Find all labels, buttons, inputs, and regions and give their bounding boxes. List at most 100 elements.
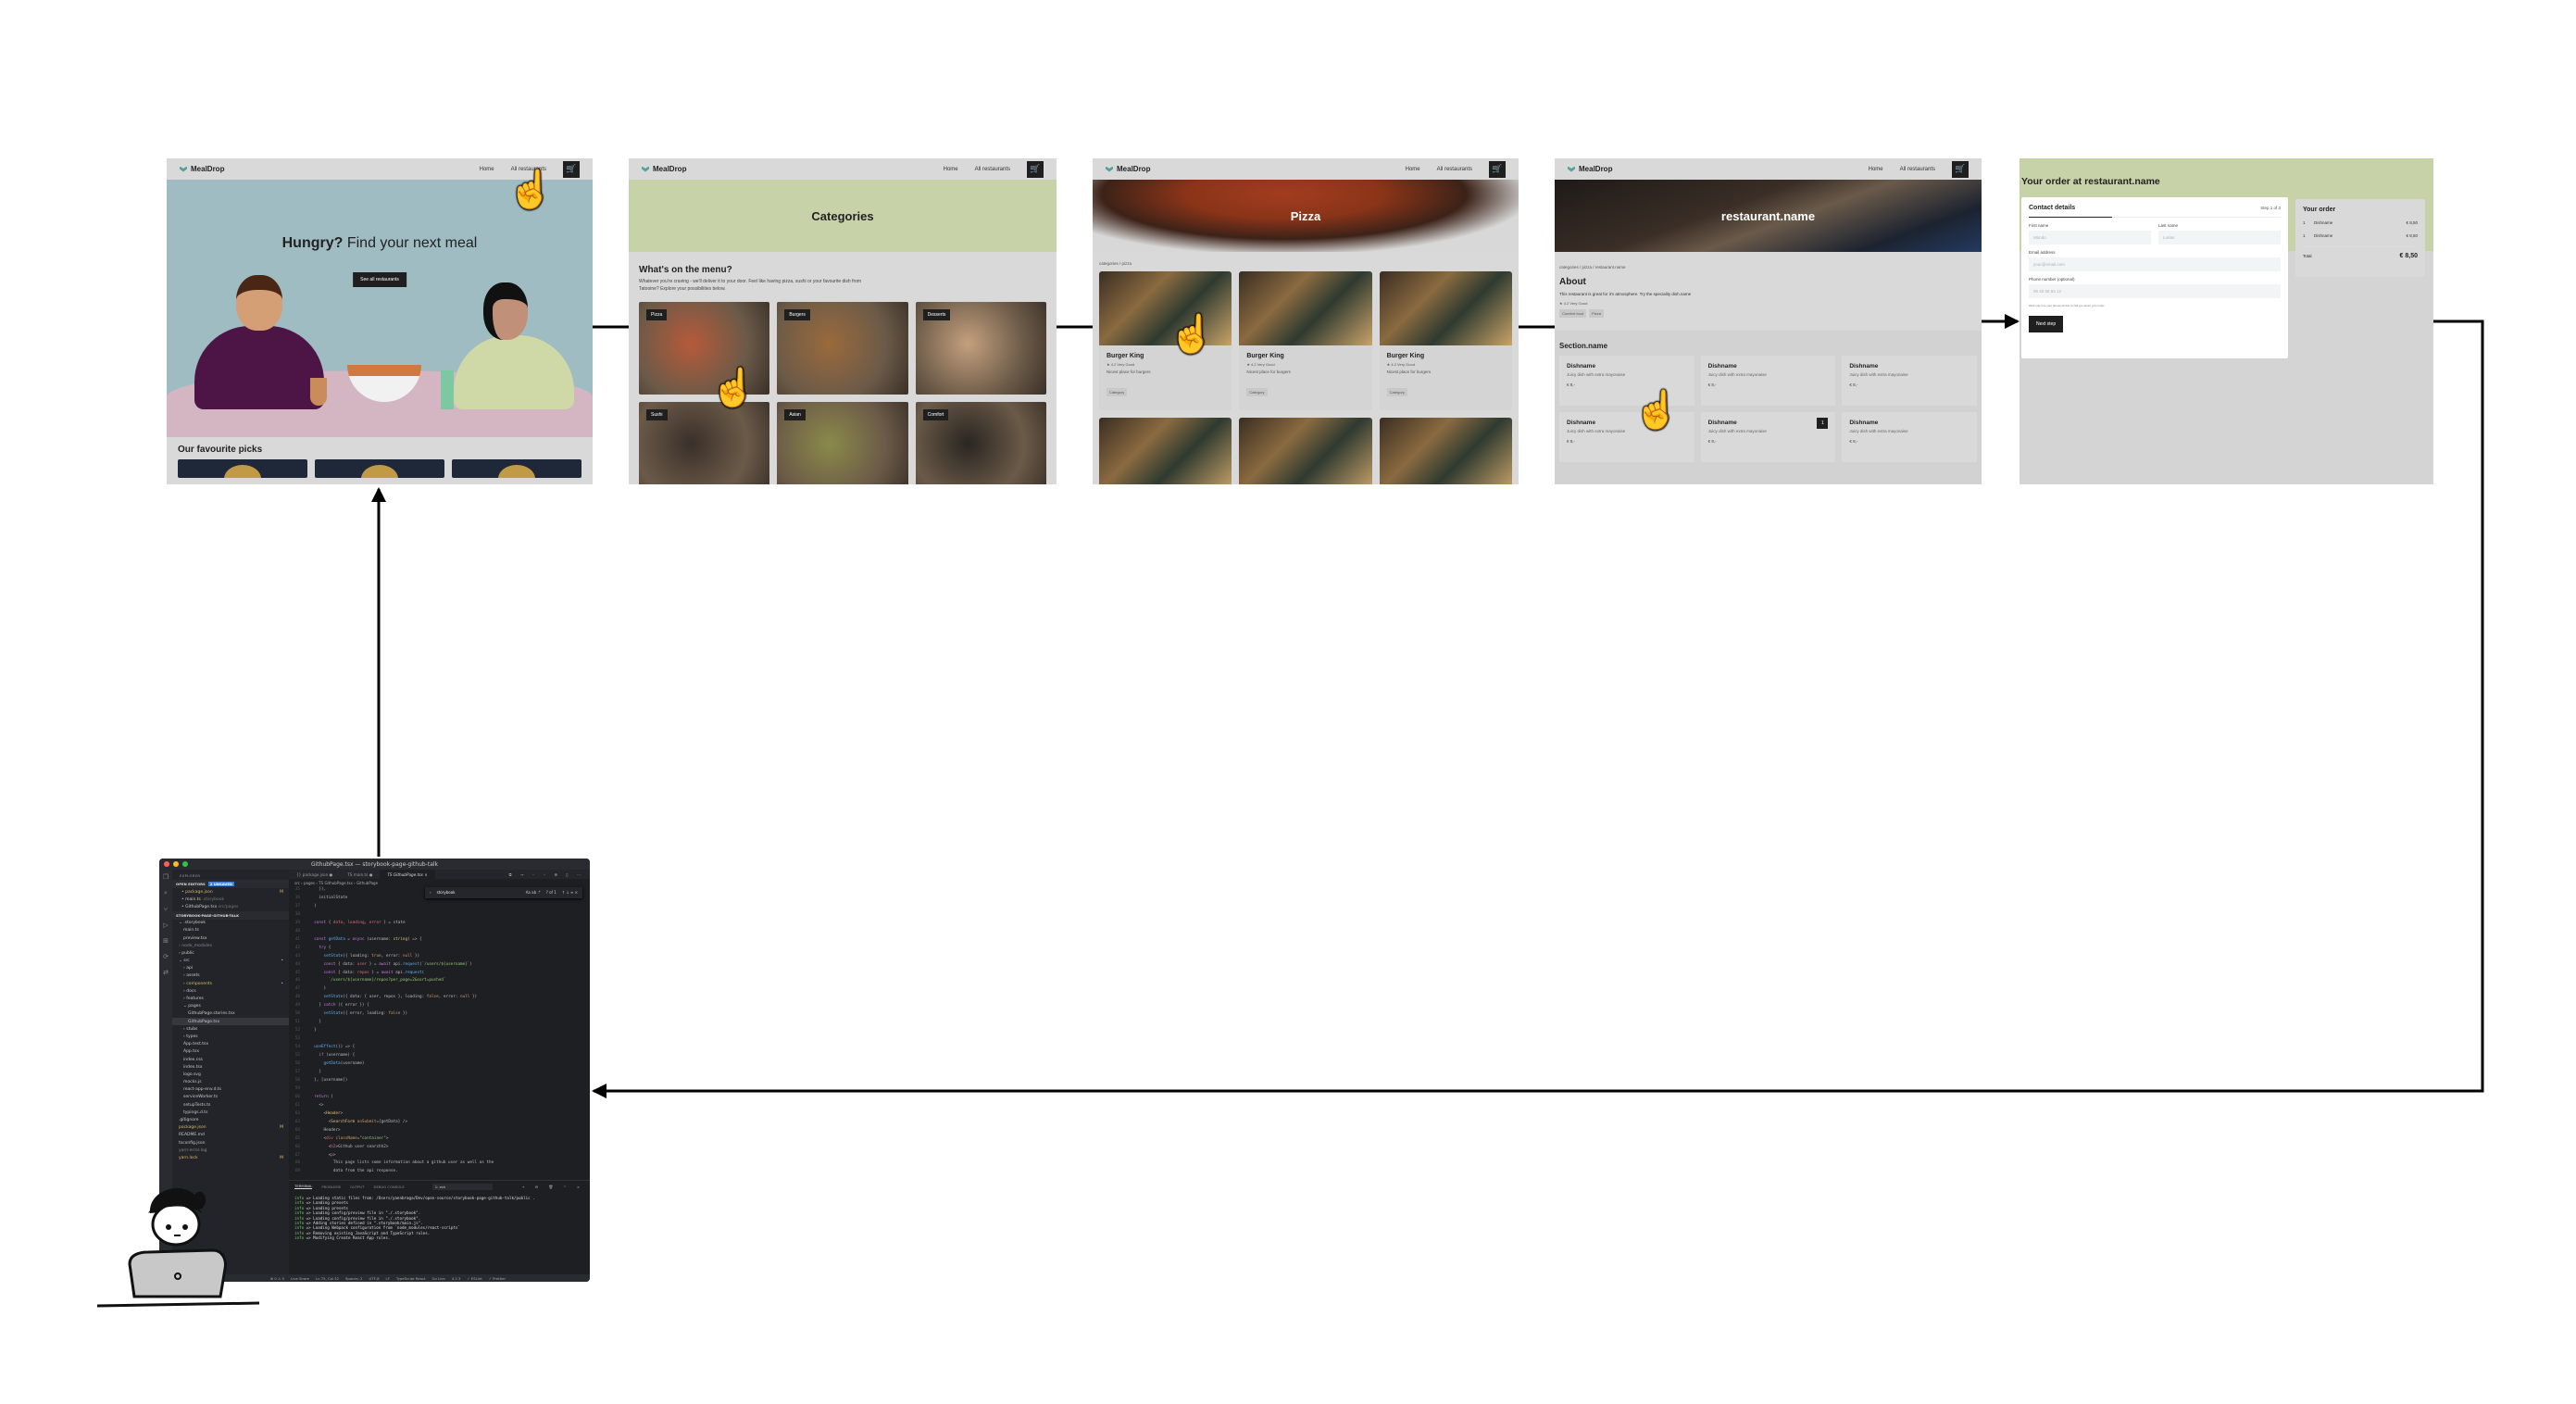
logo[interactable]: MealDrop bbox=[1106, 165, 1150, 173]
favourite-card[interactable] bbox=[315, 459, 444, 478]
open-editor-item[interactable]: • GithubPage.tsx src/pages bbox=[172, 903, 289, 910]
find-options-icon[interactable]: Aa ab .* bbox=[526, 889, 541, 897]
next-step-button[interactable]: Next step bbox=[2029, 316, 2064, 332]
file-tree-item[interactable]: ⌄ src • bbox=[172, 958, 289, 965]
category-tile[interactable]: Burgers bbox=[777, 302, 908, 395]
chevron-right-icon[interactable]: › bbox=[430, 889, 431, 897]
terminal-output[interactable]: info => Loading static files from: /User… bbox=[289, 1192, 590, 1245]
logo[interactable]: MealDrop bbox=[1568, 165, 1612, 173]
category-tile[interactable]: Sushi bbox=[639, 402, 770, 484]
find-nav-icon[interactable]: ↑ ↓ ≡ × bbox=[562, 889, 578, 897]
nav-all-restaurants-link[interactable]: All restaurants bbox=[975, 167, 1010, 172]
remote-icon[interactable]: ⟳ bbox=[163, 953, 169, 960]
file-tree-item[interactable]: › types bbox=[172, 1033, 289, 1040]
cart-icon[interactable]: 🛒 bbox=[1952, 160, 1969, 178]
file-tree-item[interactable]: App.test.tsx bbox=[172, 1041, 289, 1048]
file-tree-item[interactable]: › docs bbox=[172, 987, 289, 995]
phone-input[interactable]: 06 40 56 84 12 bbox=[2029, 284, 2281, 298]
status-item[interactable]: 4.2.3 bbox=[452, 1276, 461, 1281]
dish-card[interactable]: Dishname Juicy dish with extra mayonaise €… bbox=[1842, 412, 1977, 462]
open-editor-item[interactable]: • main.ts .storybook bbox=[172, 896, 289, 903]
file-tree-item[interactable]: ⌄ pages bbox=[172, 1003, 289, 1010]
status-item[interactable]: UTF-8 bbox=[369, 1276, 379, 1281]
file-tree-item[interactable]: yarn-error.log bbox=[172, 1147, 289, 1154]
extensions-icon[interactable]: ⊞ bbox=[163, 937, 169, 945]
logo[interactable]: MealDrop bbox=[180, 165, 224, 173]
status-item[interactable]: TypeScript React bbox=[396, 1276, 426, 1281]
file-tree-item[interactable]: tsconfig.json bbox=[172, 1139, 289, 1147]
file-tree-item[interactable]: › assets bbox=[172, 972, 289, 980]
file-tree-item[interactable]: index.css bbox=[172, 1056, 289, 1063]
breadcrumb[interactable]: categories / pizza / restaurant.name bbox=[1559, 259, 1977, 273]
terminal-tab[interactable]: PROBLEMS bbox=[321, 1185, 341, 1189]
status-item[interactable]: Go Live bbox=[432, 1276, 445, 1281]
editor-actions-icon[interactable]: ⧉ ⊸ ◦ ◦ ⊕ ▯ ⋯ bbox=[509, 872, 590, 877]
status-item[interactable]: ✓ ESLint bbox=[467, 1276, 481, 1281]
source-control-icon[interactable]: ⑂ bbox=[164, 906, 168, 913]
file-tree-item[interactable]: README.md bbox=[172, 1132, 289, 1139]
cart-icon[interactable]: 🛒 bbox=[563, 160, 580, 178]
dish-card[interactable]: Dishname Juicy dish with extra mayonaise €… bbox=[1700, 356, 1836, 406]
category-tile[interactable]: Asian bbox=[777, 402, 908, 484]
find-input[interactable]: storybook bbox=[437, 889, 520, 897]
file-tree-item[interactable]: mocks.js bbox=[172, 1079, 289, 1086]
editor-tab[interactable]: TS main.ts ● bbox=[340, 870, 380, 879]
cart-icon[interactable]: 🛒 bbox=[1489, 160, 1506, 178]
editor-breadcrumb[interactable]: src › pages › TS GithubPage.tsx › Github… bbox=[289, 879, 590, 886]
live-share-icon[interactable]: ⇄ bbox=[163, 969, 169, 976]
file-tree-item[interactable]: App.tsx bbox=[172, 1048, 289, 1056]
dish-card[interactable]: Dishname Juicy dish with extra mayonaise €… bbox=[1700, 412, 1836, 462]
file-tree-item[interactable]: package.json M bbox=[172, 1124, 289, 1132]
see-all-restaurants-button[interactable]: See all restaurants bbox=[353, 272, 406, 287]
status-item[interactable]: Spaces: 2 bbox=[345, 1276, 362, 1281]
status-item[interactable]: Ln 75, Col 32 bbox=[316, 1276, 339, 1281]
last-name-input[interactable]: Lorian bbox=[2158, 231, 2281, 244]
first-name-input[interactable]: Mando bbox=[2029, 231, 2151, 244]
file-tree-item[interactable]: yarn.lock M bbox=[172, 1154, 289, 1161]
cart-icon[interactable]: 🛒 bbox=[1027, 160, 1044, 178]
restaurant-card[interactable]: Burger King ★ 4.2 Very Good Nicest place f… bbox=[1239, 271, 1372, 410]
open-editors-section[interactable]: OPEN EDITORS 2 UNSAVED bbox=[172, 880, 289, 888]
editor-tab[interactable]: {} package.json ● bbox=[289, 870, 340, 879]
logo[interactable]: MealDrop bbox=[642, 165, 686, 173]
explorer-icon[interactable]: ❐ bbox=[163, 873, 169, 881]
file-tree-item[interactable]: main.ts bbox=[172, 927, 289, 934]
file-tree-item[interactable]: › stubs bbox=[172, 1025, 289, 1033]
status-item[interactable]: ✓ Prettier bbox=[489, 1276, 506, 1281]
favourite-card[interactable] bbox=[452, 459, 581, 478]
restaurant-card[interactable] bbox=[1099, 418, 1232, 484]
nav-home-link[interactable]: Home bbox=[1869, 167, 1883, 172]
file-tree-item[interactable]: GithubPage.stories.tsx bbox=[172, 1010, 289, 1018]
file-tree-item[interactable]: serviceWorker.ts bbox=[172, 1094, 289, 1101]
file-tree-item[interactable]: .gitignore bbox=[172, 1116, 289, 1123]
status-item[interactable]: Live Share bbox=[291, 1276, 309, 1281]
file-tree-item[interactable]: › public bbox=[172, 949, 289, 957]
project-section[interactable]: STORYBOOK-PAGE-GITHUB-TALK bbox=[172, 910, 289, 920]
open-editor-item[interactable]: • package.json M bbox=[172, 888, 289, 896]
file-tree-item[interactable]: › node_modules bbox=[172, 942, 289, 949]
restaurant-card[interactable] bbox=[1379, 418, 1512, 484]
restaurant-card[interactable] bbox=[1239, 418, 1372, 484]
file-tree-item[interactable]: react-app-env.d.ts bbox=[172, 1086, 289, 1094]
editor-tab[interactable]: TS GithubPage.tsx × bbox=[380, 870, 435, 879]
restaurant-card[interactable]: Burger King ★ 4.2 Very Good Nicest place f… bbox=[1379, 271, 1512, 410]
terminal-shell-select[interactable]: 1: zsh bbox=[431, 1183, 493, 1190]
favourite-card[interactable] bbox=[178, 459, 307, 478]
terminal-actions-icon[interactable]: + ⊟ 🗑 ^ × bbox=[522, 1185, 590, 1189]
file-tree-item[interactable]: ⌄ .storybook bbox=[172, 920, 289, 927]
nav-home-link[interactable]: Home bbox=[480, 167, 494, 172]
dish-card[interactable]: Dishname Juicy dish with extra mayonaise €… bbox=[1842, 356, 1977, 406]
terminal-tab[interactable]: OUTPUT bbox=[350, 1185, 364, 1189]
file-tree-item[interactable]: GithubPage.tsx bbox=[172, 1018, 289, 1026]
category-tile[interactable]: Desserts bbox=[915, 302, 1046, 395]
nav-home-link[interactable]: Home bbox=[1406, 167, 1420, 172]
terminal-tab[interactable]: TERMINAL bbox=[294, 1184, 313, 1189]
terminal-tab[interactable]: DEBUG CONSOLE bbox=[374, 1185, 405, 1189]
file-tree-item[interactable]: index.tsx bbox=[172, 1063, 289, 1071]
file-tree-item[interactable]: › components • bbox=[172, 980, 289, 987]
file-tree-item[interactable]: › features bbox=[172, 995, 289, 1002]
nav-all-restaurants-link[interactable]: All restaurants bbox=[1437, 167, 1472, 172]
status-item[interactable]: LF bbox=[386, 1276, 390, 1281]
nav-home-link[interactable]: Home bbox=[944, 167, 958, 172]
breadcrumb[interactable]: categories / pizza bbox=[1093, 252, 1519, 271]
